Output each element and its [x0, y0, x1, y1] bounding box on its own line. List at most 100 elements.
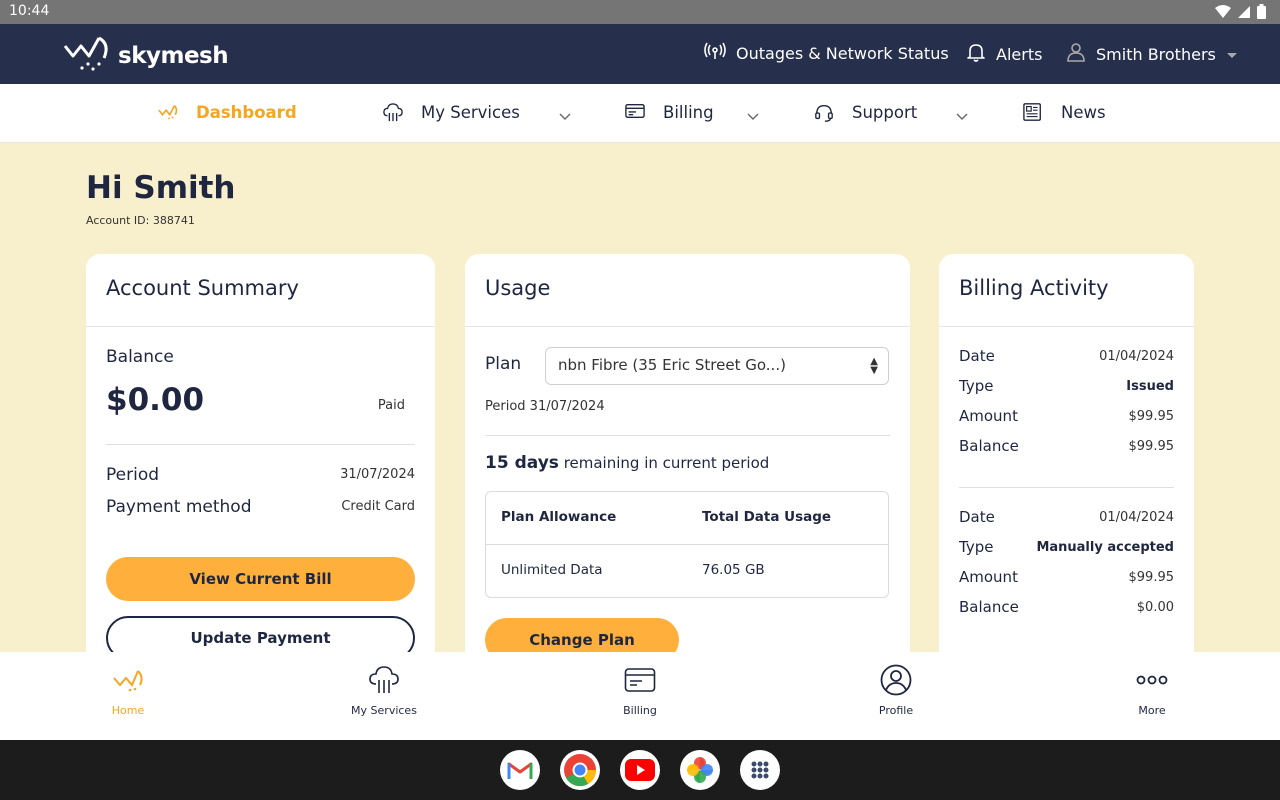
brand-name: skymesh: [118, 43, 229, 69]
table-cell: 76.05 GB: [702, 562, 765, 578]
billing-activity-card: Billing Activity Date 01/04/2024 Type Is…: [939, 254, 1194, 674]
bottom-nav-profile-label: Profile: [878, 704, 914, 717]
chevron-down-icon: [747, 106, 759, 125]
balance-label: Balance: [106, 347, 174, 367]
days-remaining: 15 days: [485, 453, 559, 473]
table-header: Plan Allowance: [501, 509, 617, 525]
entry-balance: $99.95: [1128, 439, 1175, 454]
bottom-nav: Home My Services Billing Profile More: [0, 652, 1280, 740]
nav-my-services-label: My Services: [421, 102, 520, 122]
greeting-heading: Hi Smith: [86, 170, 236, 206]
type-label: Type: [959, 538, 994, 556]
profile-icon: [836, 664, 956, 696]
nav-news[interactable]: News: [1023, 102, 1106, 122]
main-nav: Dashboard My Services Billing Support Ne…: [0, 84, 1280, 143]
card-title: Billing Activity: [959, 276, 1109, 300]
period-label: Period: [106, 465, 160, 485]
entry-type: Issued: [1126, 379, 1174, 394]
chevron-down-icon: [956, 106, 968, 125]
wifi-icon: [1215, 4, 1231, 23]
date-label: Date: [959, 347, 995, 365]
top-header: skymesh Outages & Network Status Alerts: [0, 24, 1280, 84]
bell-icon: [966, 42, 986, 66]
account-summary-card: Account Summary Balance $0.00 Paid Perio…: [86, 254, 435, 674]
divider: [86, 326, 435, 327]
bottom-nav-more-label: More: [1138, 704, 1166, 717]
amount-label: Amount: [959, 568, 1018, 586]
entry-balance: $0.00: [1136, 600, 1174, 615]
bottom-nav-my-services-label: My Services: [351, 704, 417, 717]
entry-amount: $99.95: [1128, 570, 1175, 585]
photos-icon[interactable]: [680, 750, 720, 790]
table-header: Total Data Usage: [702, 509, 832, 525]
chevron-down-icon: [559, 106, 571, 125]
bottom-nav-home[interactable]: Home: [68, 664, 188, 717]
nav-support[interactable]: Support: [814, 102, 968, 122]
user-menu[interactable]: Smith Brothers: [1066, 42, 1238, 66]
entry-type: Manually accepted: [1036, 540, 1174, 555]
type-label: Type: [959, 377, 994, 395]
divider: [106, 444, 415, 445]
nav-dashboard[interactable]: Dashboard: [158, 102, 297, 122]
dashboard-icon: [158, 102, 178, 122]
bottom-nav-my-services[interactable]: My Services: [324, 664, 444, 717]
usage-card: Usage Plan nbn Fibre (35 Eric Street Go.…: [465, 254, 910, 674]
signal-icon: [1237, 5, 1251, 23]
remaining-text: remaining in current period: [563, 454, 770, 472]
plan-select-value: nbn Fibre (35 Eric Street Go...): [558, 356, 786, 374]
youtube-icon[interactable]: [620, 750, 660, 790]
alerts-link[interactable]: Alerts: [966, 42, 1042, 66]
bottom-nav-more[interactable]: More: [1092, 664, 1212, 717]
card-title: Usage: [485, 276, 551, 300]
bottom-nav-billing[interactable]: Billing: [580, 664, 700, 717]
account-id: Account ID: 388741: [86, 214, 195, 227]
bottom-nav-profile[interactable]: Profile: [836, 664, 956, 717]
newspaper-icon: [1023, 102, 1043, 122]
battery-icon: [1257, 4, 1266, 23]
payment-method-value: Credit Card: [341, 499, 415, 514]
plan-label: Plan: [485, 354, 522, 374]
select-arrows-icon: ▲ ▼: [870, 356, 878, 376]
nav-my-services[interactable]: My Services: [383, 102, 571, 122]
status-time: 10:44: [9, 3, 50, 19]
nav-billing-label: Billing: [663, 102, 714, 122]
table-header-row: Plan Allowance Total Data Usage: [486, 492, 888, 545]
plan-select[interactable]: nbn Fibre (35 Eric Street Go...) ▲ ▼: [545, 347, 889, 385]
entry-amount: $99.95: [1128, 409, 1175, 424]
entry-date: 01/04/2024: [1099, 349, 1174, 364]
nav-billing[interactable]: Billing: [625, 102, 759, 122]
skymesh-logo[interactable]: skymesh: [62, 34, 229, 78]
alerts-label: Alerts: [996, 44, 1043, 64]
billing-icon: [580, 664, 700, 696]
balance-label: Balance: [959, 437, 1019, 455]
outages-link[interactable]: Outages & Network Status: [704, 42, 949, 64]
cloud-icon: [383, 102, 403, 122]
gmail-icon[interactable]: [500, 750, 540, 790]
nav-news-label: News: [1061, 102, 1106, 122]
app-launcher-icon[interactable]: [740, 750, 780, 790]
user-icon: [1066, 42, 1086, 66]
home-icon: [68, 664, 188, 696]
user-name: Smith Brothers: [1096, 44, 1216, 64]
nav-dashboard-label: Dashboard: [196, 102, 297, 122]
amount-label: Amount: [959, 407, 1018, 425]
bottom-nav-billing-label: Billing: [623, 704, 657, 717]
table-row: Unlimited Data 76.05 GB: [486, 545, 888, 598]
divider: [465, 326, 910, 327]
balance-value: $0.00: [106, 382, 205, 418]
usage-table: Plan Allowance Total Data Usage Unlimite…: [485, 491, 889, 598]
divider: [939, 326, 1194, 327]
caret-down-icon: [1226, 45, 1238, 64]
status-bar: 10:44: [0, 0, 1280, 24]
logo-mark-icon: [62, 34, 112, 78]
chrome-icon[interactable]: [560, 750, 600, 790]
view-current-bill-button[interactable]: View Current Bill: [106, 557, 415, 601]
balance-status: Paid: [377, 398, 405, 413]
usage-period: Period 31/07/2024: [485, 399, 605, 414]
divider: [959, 487, 1174, 488]
table-cell: Unlimited Data: [501, 562, 603, 578]
broadcast-icon: [704, 42, 726, 64]
cloud-icon: [324, 664, 444, 696]
headset-icon: [814, 102, 834, 122]
more-icon: [1092, 664, 1212, 696]
